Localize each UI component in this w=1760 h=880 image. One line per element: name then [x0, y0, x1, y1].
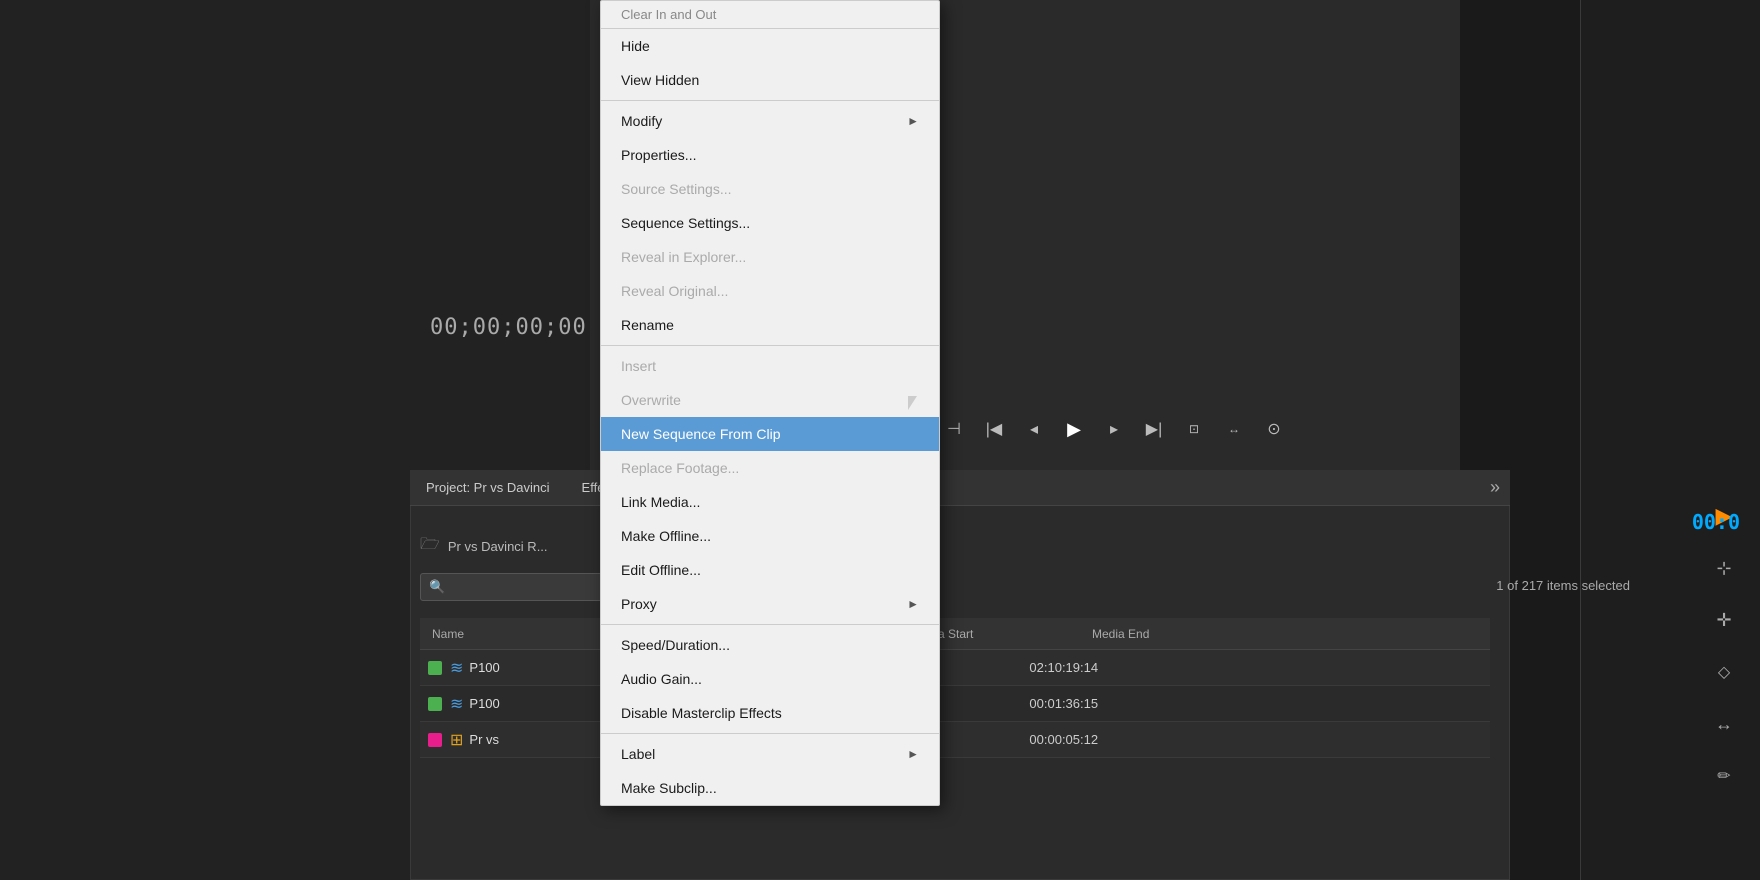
- row-end: 02:10:19:14: [1029, 660, 1209, 675]
- mark-out-btn[interactable]: ⊣: [940, 415, 968, 443]
- menu-item-properties[interactable]: Properties...: [601, 138, 939, 172]
- col-mediaend[interactable]: Media End: [1080, 627, 1260, 641]
- menu-item-reveal-explorer: Reveal in Explorer...: [601, 240, 939, 274]
- menu-separator: [601, 733, 939, 734]
- menu-item-insert: Insert: [601, 349, 939, 383]
- menu-item-make-offline-label: Make Offline...: [621, 528, 711, 544]
- context-menu: Clear In and Out Hide View Hidden Modify…: [600, 0, 940, 806]
- cursor: [908, 396, 917, 410]
- folder-name: Pr vs Davinci R...: [448, 539, 548, 554]
- menu-item-label[interactable]: Label ►: [601, 737, 939, 771]
- menu-item-disable-masterclip-label: Disable Masterclip Effects: [621, 705, 782, 721]
- menu-item-edit-offline[interactable]: Edit Offline...: [601, 553, 939, 587]
- menu-separator: [601, 624, 939, 625]
- row-end: 00:00:05:12: [1029, 732, 1209, 747]
- transport-controls: ⊢ ⊣ |◀ ◂ ▶ ▸ ▶| ⊡ ↔ ⊙: [900, 415, 1288, 443]
- camera-btn[interactable]: ⊙: [1260, 415, 1288, 443]
- items-selected: 1 of 217 items selected: [1496, 578, 1630, 593]
- menu-item-reveal-original-label: Reveal Original...: [621, 283, 728, 299]
- step-fwd-btn[interactable]: ▸: [1100, 415, 1128, 443]
- move-btn[interactable]: ✛: [1708, 604, 1740, 636]
- extract-btn[interactable]: ↔: [1220, 415, 1248, 443]
- menu-item-insert-label: Insert: [621, 358, 656, 374]
- menu-item-properties-label: Properties...: [621, 147, 696, 163]
- menu-item-hide-label: Hide: [621, 38, 650, 54]
- menu-separator: [601, 100, 939, 101]
- menu-item-source-settings-label: Source Settings...: [621, 181, 732, 197]
- menu-item-replace-footage: Replace Footage...: [601, 451, 939, 485]
- table-row[interactable]: ⊞ Pr vs 23.976 fps 00:00:00:00 00:00:05:…: [420, 722, 1490, 758]
- table-header: Name Frame Rate ▲ Media Start Media End: [420, 618, 1490, 650]
- row-color-badge: [428, 697, 442, 711]
- search-icon: 🔍: [429, 579, 445, 595]
- clip-icon: ≋: [450, 694, 463, 714]
- menu-item-disable-masterclip[interactable]: Disable Masterclip Effects: [601, 696, 939, 730]
- menu-item-edit-offline-label: Edit Offline...: [621, 562, 701, 578]
- panel-header: Project: Pr vs Davinci Effects Media Bro…: [410, 470, 1510, 506]
- eraser-btn[interactable]: ◇: [1708, 656, 1740, 688]
- row-color-badge: [428, 733, 442, 747]
- search-input[interactable]: [451, 580, 591, 595]
- folder-row: 🗁 Pr vs Davinci R...: [420, 533, 548, 560]
- insert-right-btn[interactable]: ⊹: [1708, 552, 1740, 584]
- menu-item-source-settings: Source Settings...: [601, 172, 939, 206]
- menu-item-speed-duration[interactable]: Speed/Duration...: [601, 628, 939, 662]
- menu-item-modify[interactable]: Modify ►: [601, 104, 939, 138]
- menu-item-proxy[interactable]: Proxy ►: [601, 587, 939, 621]
- right-timecode-display: 00:0: [1692, 510, 1740, 534]
- menu-item-sequence-settings-label: Sequence Settings...: [621, 215, 750, 231]
- folder-icon: 🗁: [420, 533, 440, 560]
- menu-item-make-offline[interactable]: Make Offline...: [601, 519, 939, 553]
- menu-item-proxy-label: Proxy: [621, 596, 657, 612]
- menu-item-make-subclip-label: Make Subclip...: [621, 780, 717, 796]
- menu-item-new-sequence[interactable]: New Sequence From Clip: [601, 417, 939, 451]
- goto-out-btn[interactable]: ▶|: [1140, 415, 1168, 443]
- menu-item-new-sequence-label: New Sequence From Clip: [621, 426, 781, 442]
- panel-more-btn[interactable]: »: [1480, 477, 1510, 498]
- row-color-badge: [428, 661, 442, 675]
- menu-clipped-item: Clear In and Out: [601, 1, 939, 29]
- timecode-display: 00;00;00;00: [430, 315, 587, 340]
- tab-project-label: Project: Pr vs Davinci: [426, 480, 550, 495]
- menu-item-link-media[interactable]: Link Media...: [601, 485, 939, 519]
- step-back-btn[interactable]: ◂: [1020, 415, 1048, 443]
- menu-item-sequence-settings[interactable]: Sequence Settings...: [601, 206, 939, 240]
- sequence-icon: ⊞: [450, 730, 463, 750]
- col-name-label: Name: [432, 627, 464, 641]
- menu-item-overwrite-label: Overwrite: [621, 392, 681, 408]
- submenu-arrow-icon: ►: [907, 114, 919, 128]
- menu-separator: [601, 345, 939, 346]
- table-row[interactable]: ≋ P100 23.976 fps 00:00:00:00 02:10:19:1…: [420, 650, 1490, 686]
- menu-item-audio-gain[interactable]: Audio Gain...: [601, 662, 939, 696]
- clip-icon: ≋: [450, 658, 463, 678]
- menu-item-make-subclip[interactable]: Make Subclip...: [601, 771, 939, 805]
- goto-in-btn[interactable]: |◀: [980, 415, 1008, 443]
- menu-item-modify-label: Modify: [621, 113, 662, 129]
- search-bar[interactable]: 🔍: [420, 573, 620, 601]
- submenu-arrow-label-icon: ►: [907, 747, 919, 761]
- menu-item-reveal-original: Reveal Original...: [601, 274, 939, 308]
- submenu-arrow-proxy-icon: ►: [907, 597, 919, 611]
- row-end: 00:01:36:15: [1029, 696, 1209, 711]
- menu-item-replace-footage-label: Replace Footage...: [621, 460, 739, 476]
- play-btn[interactable]: ▶: [1060, 415, 1088, 443]
- menu-item-view-hidden-label: View Hidden: [621, 72, 699, 88]
- menu-item-label-label: Label: [621, 746, 655, 762]
- col-mediaend-label: Media End: [1092, 627, 1149, 641]
- menu-item-rename-label: Rename: [621, 317, 674, 333]
- table-row[interactable]: ≋ P100 23.976 fps 00:00:00:00 00:01:36:1…: [420, 686, 1490, 722]
- menu-item-rename[interactable]: Rename: [601, 308, 939, 342]
- menu-item-speed-duration-label: Speed/Duration...: [621, 637, 730, 653]
- menu-item-audio-gain-label: Audio Gain...: [621, 671, 702, 687]
- menu-item-view-hidden[interactable]: View Hidden: [601, 63, 939, 97]
- tab-project[interactable]: Project: Pr vs Davinci: [410, 470, 566, 505]
- lift-btn[interactable]: ⊡: [1180, 415, 1208, 443]
- menu-item-overwrite: Overwrite: [601, 383, 939, 417]
- menu-item-link-media-label: Link Media...: [621, 494, 700, 510]
- expand-btn[interactable]: ↔: [1708, 708, 1740, 740]
- menu-item-hide[interactable]: Hide: [601, 29, 939, 63]
- pencil-btn[interactable]: ✏: [1708, 760, 1740, 792]
- menu-item-reveal-explorer-label: Reveal in Explorer...: [621, 249, 746, 265]
